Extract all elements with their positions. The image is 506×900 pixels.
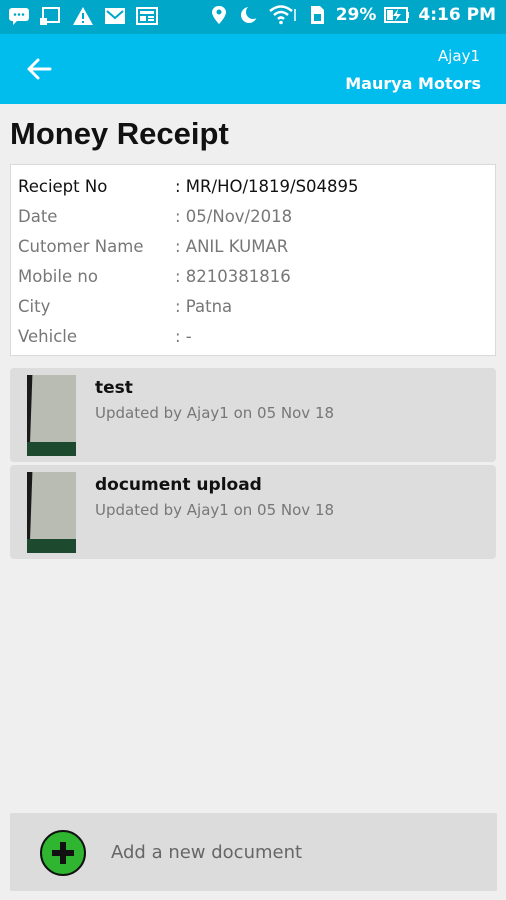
app-bar: Ajay1 Maurya Motors: [0, 34, 506, 104]
company-name: Maurya Motors: [345, 74, 481, 93]
news-icon: [136, 6, 158, 26]
detail-row-vehicle: Vehicle : -: [18, 323, 192, 349]
document-updated-info: Updated by Ajay1 on 05 Nov 18: [95, 501, 335, 519]
detail-label: Reciept No: [18, 176, 108, 196]
plus-circle-icon: [40, 830, 86, 876]
user-name: Ajay1: [437, 47, 480, 65]
page-title: Money Receipt: [10, 116, 229, 151]
battery-icon: [384, 5, 410, 25]
detail-label: Vehicle: [18, 326, 78, 346]
back-button[interactable]: [22, 54, 56, 84]
detail-value: : 8210381816: [175, 266, 291, 286]
document-title: test: [95, 378, 133, 398]
clock: 4:16 PM: [418, 5, 496, 25]
detail-label: Cutomer Name: [18, 236, 144, 256]
gmail-icon: [104, 6, 126, 26]
detail-row-date: Date : 05/Nov/2018: [18, 203, 292, 229]
message-icon: [8, 6, 30, 26]
detail-value: : Patna: [175, 296, 233, 316]
sim-icon: [306, 5, 328, 25]
document-thumbnail: [27, 472, 76, 553]
document-title: document upload: [95, 475, 262, 495]
add-document-label: Add a new document: [111, 842, 303, 863]
document-updated-info: Updated by Ajay1 on 05 Nov 18: [95, 404, 335, 422]
status-bar: 29% 4:16 PM: [0, 0, 506, 34]
location-icon: [208, 5, 230, 25]
document-item[interactable]: document upload Updated by Ajay1 on 05 N…: [10, 465, 496, 559]
battery-percent: 29%: [335, 5, 377, 25]
detail-label: Date: [18, 206, 58, 226]
cast-icon: [40, 6, 62, 26]
detail-value: : MR/HO/1819/S04895: [175, 176, 359, 196]
detail-value: : -: [175, 326, 192, 346]
detail-label: City: [18, 296, 51, 316]
detail-value: : 05/Nov/2018: [175, 206, 293, 226]
status-right: 29% 4:16 PM: [208, 5, 496, 25]
receipt-details-card: Reciept No : MR/HO/1819/S04895 Date : 05…: [10, 164, 496, 356]
status-left-icons: [8, 6, 158, 26]
detail-row-mobile: Mobile no : 8210381816: [18, 263, 291, 289]
add-document-button[interactable]: Add a new document: [10, 813, 497, 891]
wifi-icon: [268, 5, 298, 25]
detail-value: : ANIL KUMAR: [175, 236, 289, 256]
arrow-left-icon: [27, 58, 52, 80]
moon-icon: [238, 5, 260, 25]
detail-row-city: City : Patna: [18, 293, 232, 319]
detail-label: Mobile no: [18, 266, 98, 286]
detail-row-receipt-no: Reciept No : MR/HO/1819/S04895: [18, 173, 359, 199]
document-item[interactable]: test Updated by Ajay1 on 05 Nov 18: [10, 368, 496, 462]
document-thumbnail: [27, 375, 76, 456]
detail-row-customer-name: Cutomer Name : ANIL KUMAR: [18, 233, 288, 259]
warning-icon: [72, 6, 94, 26]
